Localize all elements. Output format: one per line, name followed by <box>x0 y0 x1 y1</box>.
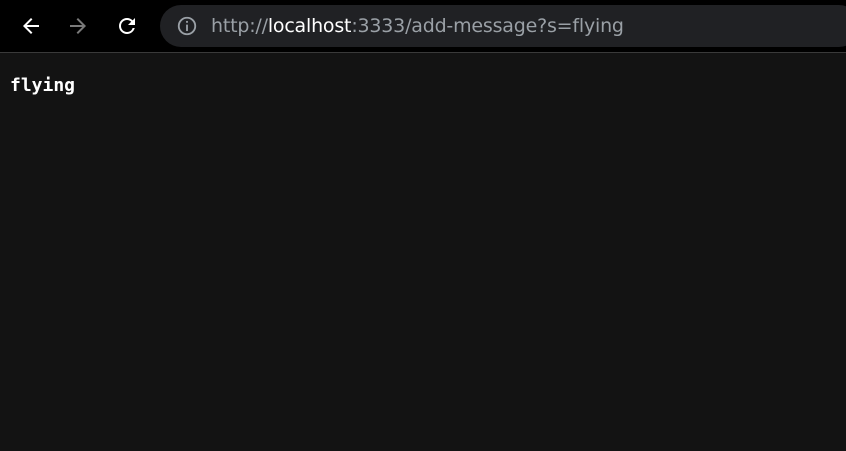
forward-arrow-icon <box>70 18 86 34</box>
reload-button[interactable] <box>111 8 143 44</box>
url-host: localhost <box>267 15 352 37</box>
address-bar[interactable]: http://localhost:3333/add-message?s=flyi… <box>160 5 846 47</box>
back-arrow-icon <box>23 18 39 34</box>
url-scheme: http:// <box>211 15 268 37</box>
url-text[interactable]: http://localhost:3333/add-message?s=flyi… <box>211 15 624 37</box>
url-path: :3333/add-message?s=flying <box>351 15 624 37</box>
info-icon[interactable] <box>176 15 198 37</box>
browser-toolbar: http://localhost:3333/add-message?s=flyi… <box>0 0 846 53</box>
back-button[interactable] <box>15 8 47 44</box>
reload-icon <box>119 18 135 34</box>
page-content: flying <box>10 75 75 97</box>
forward-button[interactable] <box>62 8 94 44</box>
message-text: flying <box>10 75 76 96</box>
